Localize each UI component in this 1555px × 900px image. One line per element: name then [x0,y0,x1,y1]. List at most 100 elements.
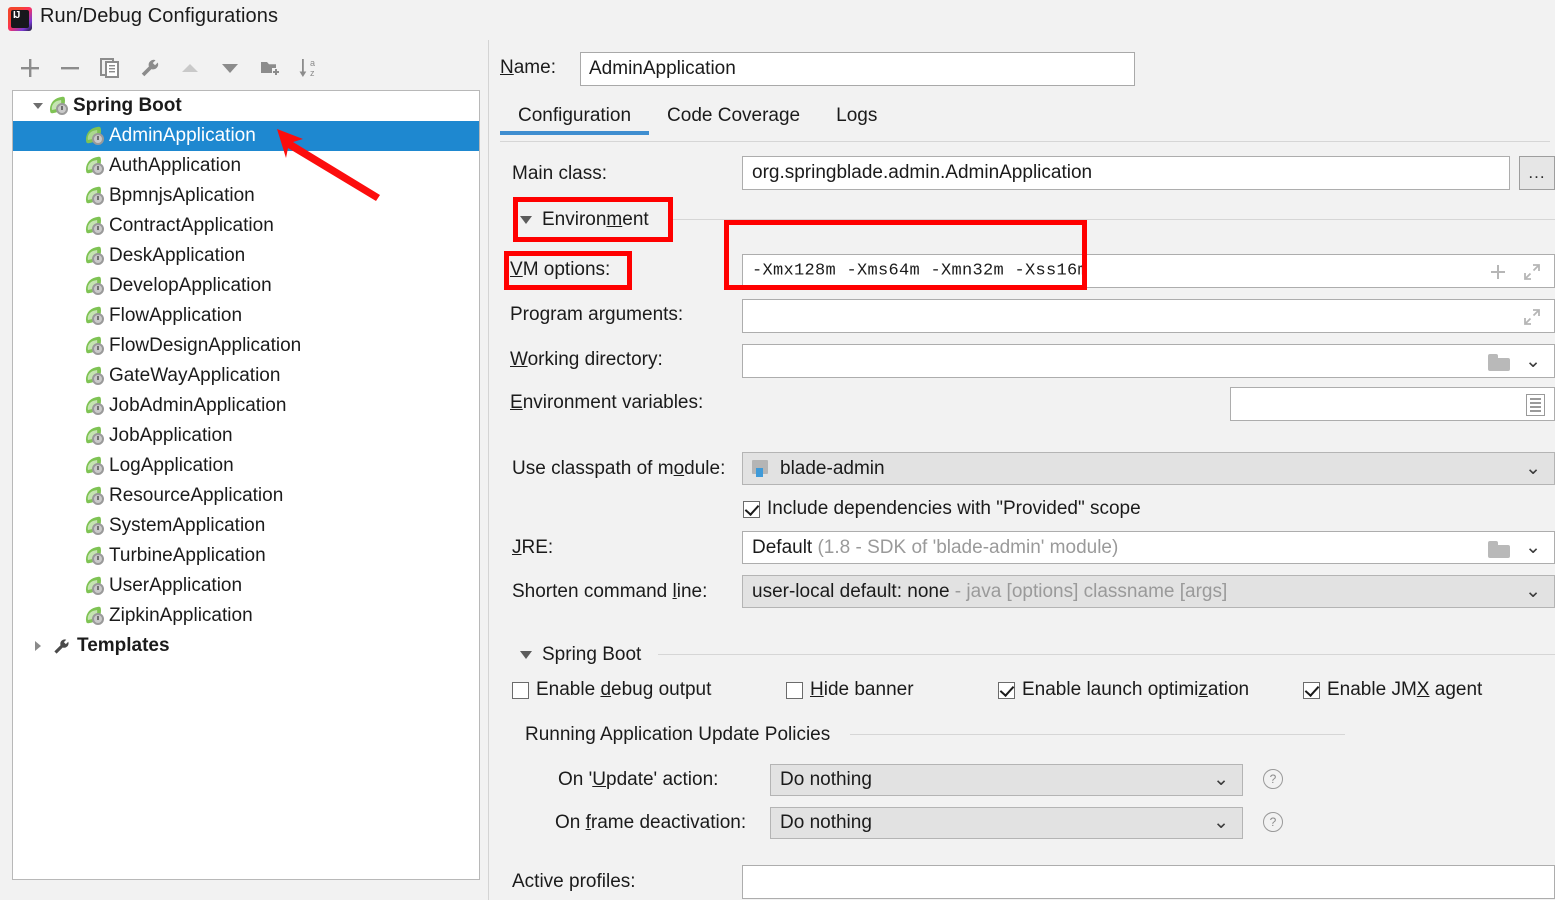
checkbox-box[interactable] [512,681,529,699]
enable-jmx-agent-checkbox[interactable]: Enable JMX agent [1303,679,1482,701]
tree-item-flowapplication[interactable]: FlowApplication [13,301,479,331]
tree-item-flowdesignapplication[interactable]: FlowDesignApplication [13,331,479,361]
tree-item-systemapplication[interactable]: SystemApplication [13,511,479,541]
expand-editor-icon[interactable] [1522,307,1542,327]
jre-combobox[interactable]: Default (1.8 - SDK of 'blade-admin' modu… [742,531,1555,564]
tree-item-bpmnjsaplication[interactable]: BpmnjsAplication [13,181,479,211]
spring-boot-icon [83,216,107,236]
tree-item-label: JobAdminApplication [109,395,287,416]
folder-icon[interactable] [1488,354,1510,371]
tab-configuration[interactable]: Configuration [500,103,650,135]
triangle-down-icon[interactable] [520,651,532,659]
tree-item-gatewayapplication[interactable]: GateWayApplication [13,361,479,391]
chevron-down-icon[interactable]: ⌄ [1213,768,1229,791]
tree-item-logapplication[interactable]: LogApplication [13,451,479,481]
enable-launch-optimization-label: Enable launch optimization [1022,679,1250,700]
classpath-label: Use classpath of module: [512,458,726,479]
main-class-field[interactable]: org.springblade.admin.AdminApplication [742,156,1510,190]
main-class-browse-button[interactable]: ... [1519,156,1555,190]
configurations-tree[interactable]: Spring Boot AdminApplication AuthApplicat… [12,90,480,880]
intellij-idea-icon: IJ [8,7,32,31]
tree-item-resourceapplication[interactable]: ResourceApplication [13,481,479,511]
classpath-combobox[interactable]: blade-admin ⌄ [742,452,1555,485]
tree-item-deskapplication[interactable]: DeskApplication [13,241,479,271]
name-input[interactable] [580,52,1135,86]
enable-launch-optimization-checkbox[interactable]: Enable launch optimization [998,679,1249,701]
working-directory-field[interactable]: ⌄ [742,344,1555,378]
remove-configuration-button[interactable] [54,52,86,84]
chevron-down-icon[interactable]: ⌄ [1525,580,1541,603]
folder-add-icon [254,52,286,84]
tree-item-label: TurbineApplication [109,545,266,566]
on-update-action-combobox[interactable]: Do nothing ⌄ [770,764,1243,796]
on-frame-deactivation-combobox[interactable]: Do nothing ⌄ [770,807,1243,839]
edit-variables-icon[interactable] [1526,394,1545,416]
environment-variables-field[interactable] [1230,387,1555,421]
sort-configurations-button[interactable]: a z [294,52,326,84]
tree-item-jobapplication[interactable]: JobApplication [13,421,479,451]
create-folder-button[interactable] [254,52,286,84]
checkbox-box[interactable] [1303,681,1320,699]
enable-debug-output-checkbox[interactable]: Enable debug output [512,679,711,701]
tree-item-authapplication[interactable]: AuthApplication [13,151,479,181]
tab-logs[interactable]: Logs [818,103,895,135]
on-update-action-help-icon[interactable]: ? [1263,769,1283,789]
svg-text:a: a [310,58,315,68]
shorten-command-line-combobox[interactable]: user-local default: none - java [options… [742,575,1555,608]
move-up-button[interactable] [174,52,206,84]
edit-templates-button[interactable] [134,52,166,84]
editor-tabs[interactable]: Configuration Code Coverage Logs [500,103,1550,141]
move-down-button[interactable] [214,52,246,84]
tree-item-label: FlowApplication [109,305,243,326]
spring-boot-section-header[interactable]: Spring Boot [520,644,641,666]
wrench-icon [49,636,73,656]
folder-icon[interactable] [1488,541,1510,558]
configurations-toolbar: a z [0,48,480,90]
checkbox-box[interactable] [998,681,1015,699]
add-configuration-button[interactable] [14,52,46,84]
hide-banner-checkbox[interactable]: Hide banner [786,679,914,701]
hide-banner-label: Hide banner [810,679,914,700]
wrench-icon [134,52,166,84]
include-dependencies-checkbox[interactable]: Include dependencies with "Provided" sco… [743,498,1141,520]
chevron-down-icon[interactable]: ⌄ [1213,811,1229,834]
tree-item-contractapplication[interactable]: ContractApplication [13,211,479,241]
vm-options-field[interactable]: -Xmx128m -Xms64m -Xmn32m -Xss16m [742,254,1555,288]
add-macro-icon[interactable] [1488,262,1508,282]
jre-value: Default (1.8 - SDK of 'blade-admin' modu… [752,537,1118,559]
checkbox-box[interactable] [743,500,760,518]
program-arguments-field[interactable] [742,299,1555,333]
sort-az-icon: a z [294,52,326,84]
chevron-right-icon[interactable] [27,641,49,651]
tab-code-coverage[interactable]: Code Coverage [649,103,818,135]
expand-editor-icon[interactable] [1522,262,1542,282]
chevron-down-icon[interactable] [27,103,49,109]
tree-item-label: AuthApplication [109,155,242,176]
checkbox-box[interactable] [786,681,803,699]
tree-item-adminapplication[interactable]: AdminApplication [13,121,479,151]
tree-item-userapplication[interactable]: UserApplication [13,571,479,601]
shorten-value-hint: - java [options] classname [args] [954,580,1228,602]
jre-value-main: Default [752,536,813,558]
tree-group-spring-boot[interactable]: Spring Boot [13,91,479,121]
triangle-down-icon[interactable] [520,216,532,224]
help-glyph: ? [1269,815,1277,829]
copy-configuration-button[interactable] [94,52,126,84]
chevron-down-icon[interactable]: ⌄ [1525,350,1541,373]
tree-group-templates[interactable]: Templates [13,631,479,661]
chevron-down-icon[interactable]: ⌄ [1525,457,1541,480]
on-frame-deactivation-help-icon[interactable]: ? [1263,812,1283,832]
tree-item-zipkinapplication[interactable]: ZipkinApplication [13,601,479,631]
active-profiles-field[interactable] [742,865,1555,899]
tree-item-label: AdminApplication [109,125,256,146]
tree-item-developapplication[interactable]: DevelopApplication [13,271,479,301]
chevron-down-icon[interactable]: ⌄ [1525,536,1541,559]
environment-section-header[interactable]: Environment [520,209,649,231]
triangle-down-icon [214,52,246,84]
tree-item-turbineapplication[interactable]: TurbineApplication [13,541,479,571]
ellipsis-icon: ... [1528,163,1546,182]
tree-item-jobadminapplication[interactable]: JobAdminApplication [13,391,479,421]
module-icon [752,460,772,478]
spring-boot-icon [83,606,107,626]
spring-boot-icon [83,516,107,536]
